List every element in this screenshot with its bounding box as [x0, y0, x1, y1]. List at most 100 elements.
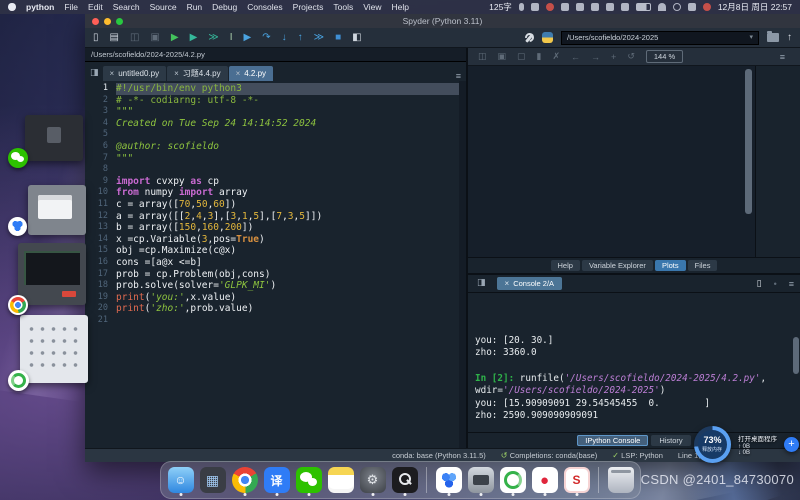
console-tab-ipython-console[interactable]: IPython Console — [577, 435, 648, 446]
dock-item-wechat[interactable] — [295, 466, 322, 495]
dock-item-settings[interactable]: ⚙ — [359, 466, 386, 495]
dock-item-notes[interactable] — [327, 466, 354, 495]
parent-directory-icon[interactable]: ↑ — [787, 32, 792, 43]
close-tab-icon[interactable]: × — [110, 69, 115, 78]
pane-tab-help[interactable]: Help — [551, 260, 580, 271]
pane-tab-files[interactable]: Files — [688, 260, 718, 271]
python-env-icon[interactable] — [542, 32, 553, 43]
run-selection-icon[interactable]: I — [230, 33, 233, 43]
menu-item-edit[interactable]: Edit — [88, 2, 103, 12]
debug-icon[interactable]: ▶ — [244, 33, 252, 43]
cloud-icon[interactable] — [576, 3, 584, 11]
zoom-out-plot-icon[interactable]: ↺ — [627, 51, 635, 62]
window-thumbnail-dialog[interactable] — [28, 185, 86, 235]
menu-item-tools[interactable]: Tools — [333, 2, 353, 12]
display-split-icon[interactable] — [591, 3, 599, 11]
code-editor[interactable]: 1#!/usr/bin/env python32# -*- codiarng: … — [85, 81, 466, 448]
dock-item-finder[interactable]: ☺ — [167, 466, 194, 495]
menu-item-consoles[interactable]: Consoles — [247, 2, 282, 12]
window-thumbnail-code[interactable] — [18, 243, 86, 305]
dock-item-red-apple[interactable]: ● — [531, 466, 558, 495]
dock-item-s-app[interactable]: S — [563, 466, 590, 495]
save-all-icon[interactable]: ▣ — [150, 33, 159, 43]
conda-env-status[interactable]: conda: base (Python 3.11.5) — [392, 451, 486, 460]
memory-ring-gauge[interactable]: 73% 释放内存 — [694, 426, 731, 463]
next-plot-icon[interactable]: → — [591, 52, 600, 62]
step-into-icon[interactable]: ↓ — [282, 33, 287, 43]
menu-item-debug[interactable]: Debug — [212, 2, 237, 12]
preferences-wrench-icon[interactable] — [524, 33, 534, 43]
console-scrollbar[interactable] — [793, 337, 799, 373]
menu-item-view[interactable]: View — [363, 2, 381, 12]
widget-add-button[interactable]: + — [784, 437, 799, 452]
pane-tab-variable-explorer[interactable]: Variable Explorer — [582, 260, 653, 271]
menu-item-source[interactable]: Source — [150, 2, 177, 12]
browse-tabs-icon[interactable]: ◨ — [90, 67, 99, 78]
previous-plot-icon[interactable]: ← — [571, 52, 580, 62]
dock-item-launchpad[interactable]: ▦ — [199, 466, 226, 495]
step-return-icon[interactable]: ↑ — [298, 33, 303, 43]
recording-dot-icon[interactable] — [703, 3, 711, 11]
record-icon[interactable] — [546, 3, 554, 11]
apple-menu-icon[interactable] — [8, 3, 16, 11]
close-tab-icon[interactable]: × — [174, 69, 179, 78]
editor-options-icon[interactable]: ≡ — [456, 71, 461, 81]
active-app-name[interactable]: python — [26, 2, 54, 12]
menu-item-search[interactable]: Search — [113, 2, 140, 12]
panes-icon[interactable]: ◧ — [352, 33, 361, 43]
save-all-plots-icon[interactable]: ▣ — [498, 51, 507, 62]
plots-scrollbar[interactable] — [745, 69, 752, 214]
menu-item-file[interactable]: File — [64, 2, 78, 12]
close-console-icon[interactable]: × — [505, 279, 510, 288]
copy-plot-icon[interactable]: ▢ — [517, 51, 526, 62]
plots-options-icon[interactable]: ≡ — [780, 52, 785, 62]
dock-item-translate[interactable]: 译 — [263, 466, 290, 495]
run-cell-icon[interactable]: ▶ — [190, 33, 198, 43]
editor-tab-untitled0.py[interactable]: ×untitled0.py — [103, 66, 167, 81]
save-icon[interactable]: ◫ — [130, 33, 139, 43]
widget-title[interactable]: 打开桌面程序 — [738, 433, 777, 443]
new-file-icon[interactable]: ▯ — [93, 33, 99, 43]
pane-tab-plots[interactable]: Plots — [655, 260, 686, 271]
window-thumbnail-grid[interactable] — [20, 315, 88, 383]
mic-icon[interactable] — [519, 3, 524, 11]
console-tab[interactable]: ×Console 2/A — [497, 277, 563, 290]
airdrop-icon[interactable] — [561, 3, 569, 11]
stop-icon[interactable]: ■ — [335, 33, 341, 43]
menu-clock[interactable]: 12月8日 周日 22:57 — [718, 1, 792, 13]
working-directory-combo[interactable]: /Users/scofieldo/2024-2025▾ — [561, 31, 759, 45]
menu-item-run[interactable]: Run — [187, 2, 203, 12]
menu-item-help[interactable]: Help — [392, 2, 409, 12]
wifi-icon[interactable] — [658, 3, 666, 11]
remove-plot-icon[interactable]: ▮ — [537, 51, 542, 62]
dock-item-screenshot[interactable] — [467, 466, 494, 495]
dock-item-keychain[interactable] — [391, 466, 418, 495]
open-file-icon[interactable]: ▤ — [110, 33, 119, 43]
save-plot-icon[interactable]: ◫ — [478, 51, 487, 62]
window-thumbnail-wechat[interactable] — [25, 115, 83, 161]
console-options-icon[interactable]: ≡ — [789, 279, 794, 289]
dock-item-green-app[interactable] — [499, 466, 526, 495]
screen-mirror-icon[interactable] — [688, 3, 696, 11]
menu-item-projects[interactable]: Projects — [293, 2, 324, 12]
battery-icon[interactable] — [636, 3, 651, 11]
console-tab-history[interactable]: History — [651, 435, 690, 446]
browse-directory-icon[interactable] — [767, 33, 779, 42]
step-over-icon[interactable]: ↷ — [262, 33, 270, 43]
remove-all-plots-icon[interactable]: ✗ — [553, 51, 561, 62]
input-method-indicator[interactable]: 125字 — [489, 1, 512, 13]
keyboard-icon[interactable] — [531, 3, 539, 11]
dock-item-netdisk[interactable] — [435, 466, 462, 495]
zoom-in-plot-icon[interactable]: + — [611, 52, 616, 62]
window-icon[interactable] — [606, 3, 614, 11]
editor-tab-习题4.4.py[interactable]: ×习题4.4.py — [167, 66, 227, 81]
editor-tab-4.2.py[interactable]: ×4.2.py — [229, 66, 273, 81]
completions-status[interactable]: ↺ Completions: conda(base) — [501, 451, 597, 460]
run-icon[interactable]: ▶ — [171, 33, 179, 43]
dock-item-chrome[interactable] — [231, 466, 258, 495]
dock-item-trash[interactable] — [607, 466, 634, 495]
new-console-icon[interactable]: ▯ — [757, 278, 762, 289]
close-tab-icon[interactable]: × — [236, 69, 241, 78]
bluetooth-icon[interactable] — [621, 3, 629, 11]
lsp-status[interactable]: ✓ LSP: Python — [612, 451, 663, 460]
